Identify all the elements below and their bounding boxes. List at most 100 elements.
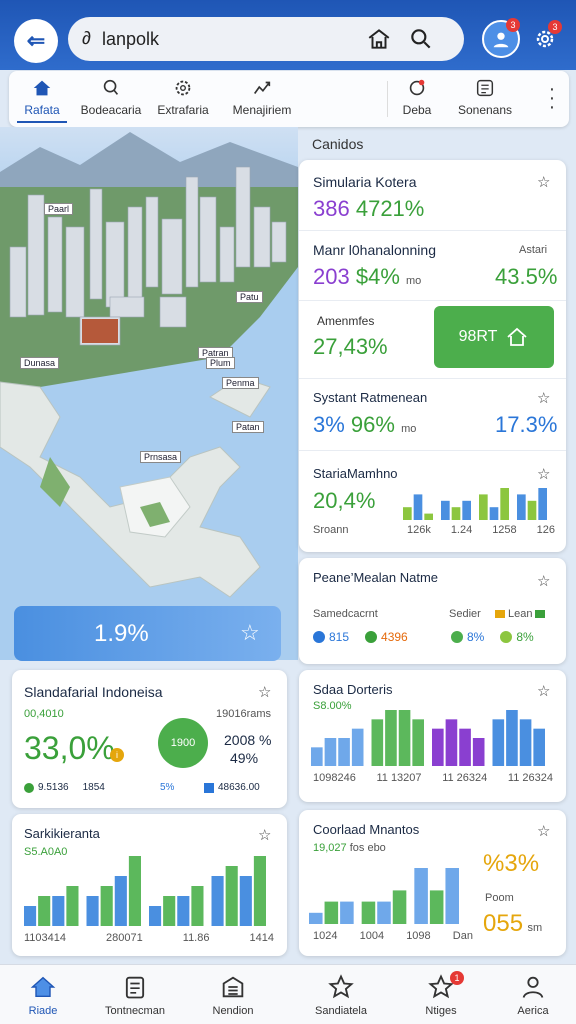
more-menu-icon[interactable]: · · ·: [545, 79, 559, 117]
chart-bar[interactable]: [451, 507, 461, 520]
chart-bar[interactable]: [114, 876, 127, 926]
chart-bar[interactable]: [424, 513, 433, 520]
tab-search[interactable]: Bodeacaria: [77, 77, 145, 123]
chart-bar[interactable]: [412, 719, 424, 766]
chart-bar[interactable]: [371, 719, 384, 766]
chart-bar[interactable]: [66, 886, 79, 926]
chart-bar[interactable]: [459, 728, 471, 766]
avatar-button[interactable]: 3: [482, 18, 520, 58]
city-map[interactable]: Paarl Patu Dunasa Patran Plum Penma Pata…: [0, 127, 298, 660]
chart-bar[interactable]: [324, 901, 339, 924]
map-label[interactable]: Plum: [206, 357, 235, 369]
bar-chart[interactable]: [24, 854, 274, 926]
chart-bar[interactable]: [489, 507, 499, 520]
chart-bar[interactable]: [340, 901, 354, 924]
chart-bar[interactable]: [128, 856, 141, 926]
chart-bar[interactable]: [472, 738, 485, 766]
metric-value: 8%: [516, 630, 534, 644]
star-icon[interactable]: ☆: [537, 173, 550, 191]
chart-bar[interactable]: [338, 738, 350, 766]
chart-bar[interactable]: [533, 728, 545, 766]
mini-bar-chart[interactable]: [403, 486, 555, 520]
chart-bar[interactable]: [100, 886, 113, 926]
nav-item-favorites[interactable]: Sandiatela: [296, 973, 386, 1017]
chart-bar[interactable]: [517, 494, 526, 520]
tab-deba[interactable]: Deba: [399, 77, 435, 123]
chart-bar[interactable]: [429, 890, 444, 924]
nav-item-news[interactable]: Nendion: [188, 973, 278, 1017]
search-icon[interactable]: [408, 26, 434, 52]
settings-button[interactable]: 3: [528, 20, 562, 56]
map-label[interactable]: Patu: [236, 291, 263, 303]
back-button[interactable]: ⇐: [14, 19, 58, 63]
chart-bar[interactable]: [191, 886, 204, 926]
chart-bar[interactable]: [385, 710, 397, 766]
star-icon[interactable]: ☆: [537, 389, 550, 407]
star-icon[interactable]: ☆: [537, 682, 550, 700]
tab-sonenans[interactable]: Sonenans: [455, 77, 515, 123]
chart-bar[interactable]: [527, 500, 537, 520]
tab-home[interactable]: Rafata: [17, 77, 67, 123]
chart-bar[interactable]: [445, 719, 458, 766]
tab-extra[interactable]: Extrafaria: [155, 77, 211, 123]
chart-bar[interactable]: [441, 500, 450, 520]
chart-bar[interactable]: [52, 896, 65, 926]
chart-bar[interactable]: [163, 896, 176, 926]
chart-bar[interactable]: [538, 488, 547, 520]
map-label[interactable]: Prnsasa: [140, 451, 182, 463]
chart-bar[interactable]: [500, 488, 509, 520]
legend-swatch: [535, 610, 546, 618]
chart-bar[interactable]: [361, 901, 376, 924]
highlight-banner[interactable]: 1.9% ☆: [14, 606, 281, 661]
map-label[interactable]: Paarl: [44, 203, 74, 215]
nav-item-notifications[interactable]: 1 Ntiges: [396, 971, 486, 1017]
map-label[interactable]: Dunasa: [20, 357, 60, 369]
chart-bar[interactable]: [479, 494, 488, 520]
chart-bar[interactable]: [506, 710, 518, 766]
chart-bar[interactable]: [177, 896, 190, 926]
chart-bar[interactable]: [149, 906, 162, 926]
chart-bar[interactable]: [414, 868, 428, 924]
chart-bar[interactable]: [239, 876, 252, 926]
chart-bar[interactable]: [403, 507, 412, 520]
star-icon[interactable]: ☆: [258, 826, 271, 844]
chart-bar[interactable]: [324, 738, 337, 766]
chart-bar[interactable]: [211, 876, 224, 926]
info-icon[interactable]: i: [110, 748, 124, 762]
tab-manage[interactable]: Menajiriem: [227, 77, 297, 123]
chart-bar[interactable]: [38, 896, 51, 926]
chart-bar[interactable]: [445, 868, 459, 924]
search-input[interactable]: lanpolk: [102, 29, 159, 50]
star-icon[interactable]: ☆: [240, 620, 260, 646]
chart-bar[interactable]: [413, 494, 423, 520]
nav-item-clipboard[interactable]: Tontnecman: [90, 973, 180, 1017]
chart-bar[interactable]: [311, 747, 323, 766]
tab-label: Rafata: [24, 103, 60, 117]
home-outline-icon[interactable]: [366, 26, 392, 52]
chart-bar[interactable]: [86, 896, 99, 926]
chart-bar[interactable]: [462, 500, 471, 520]
chart-bar[interactable]: [377, 901, 391, 924]
chart-bar[interactable]: [253, 856, 266, 926]
chart-bar[interactable]: [309, 912, 323, 924]
search-bar[interactable]: ∂ lanpolk: [68, 17, 464, 61]
chart-bar[interactable]: [398, 710, 411, 766]
chart-bar[interactable]: [492, 719, 505, 766]
bar-chart[interactable]: [311, 708, 553, 766]
bar-chart[interactable]: [309, 866, 473, 924]
star-icon[interactable]: ☆: [537, 822, 550, 840]
map-label[interactable]: Penma: [222, 377, 259, 389]
chart-bar[interactable]: [392, 890, 407, 924]
star-icon[interactable]: ☆: [537, 465, 550, 483]
chart-bar[interactable]: [225, 866, 238, 926]
star-icon[interactable]: ☆: [258, 683, 271, 701]
nav-item-home[interactable]: Riade: [0, 973, 88, 1017]
chart-bar[interactable]: [432, 728, 444, 766]
nav-item-account[interactable]: Aerica: [488, 973, 576, 1017]
chart-bar[interactable]: [519, 719, 532, 766]
star-icon[interactable]: ☆: [537, 572, 550, 590]
map-label[interactable]: Patan: [232, 421, 264, 433]
chart-bar[interactable]: [24, 906, 37, 926]
chart-bar[interactable]: [351, 728, 364, 766]
action-button[interactable]: 98RT: [434, 306, 554, 368]
